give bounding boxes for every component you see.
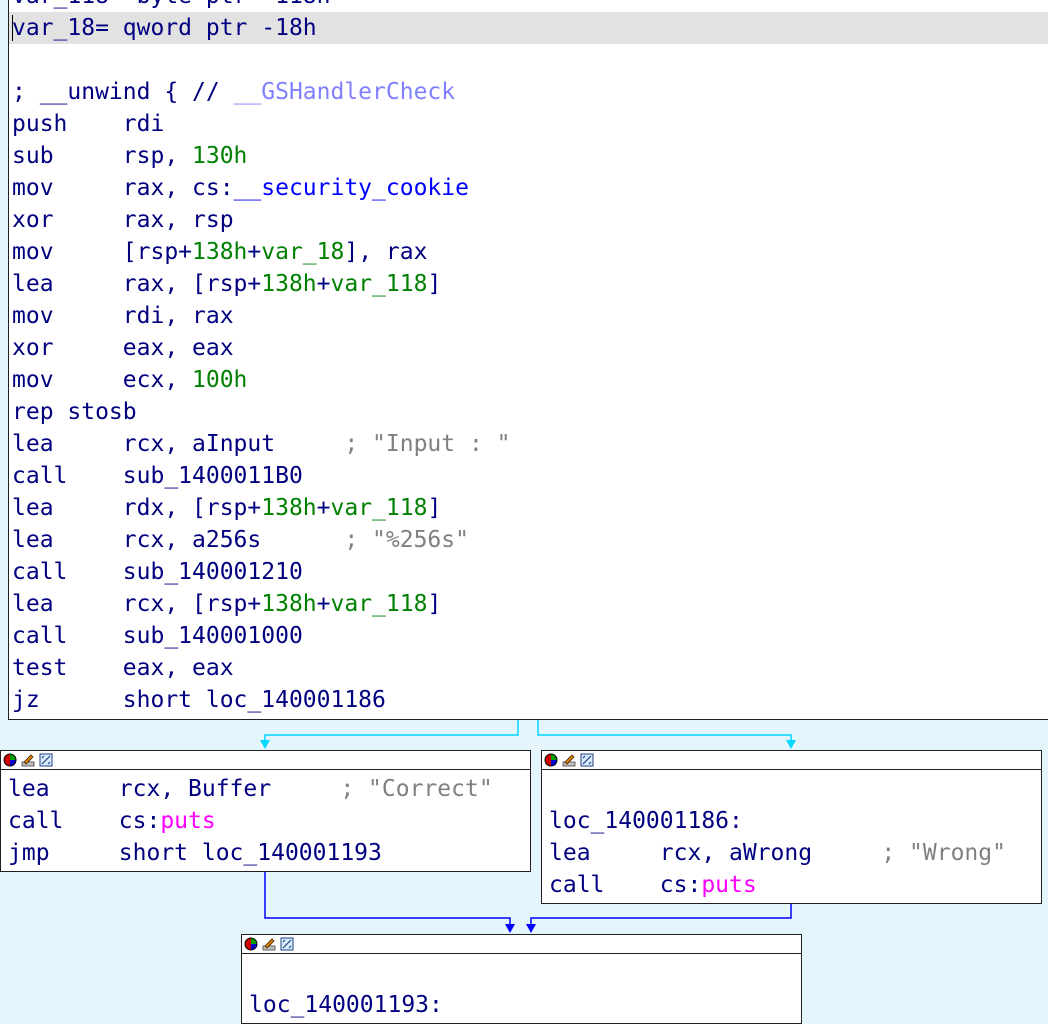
exit-block[interactable]: loc_140001193: (241, 934, 802, 1024)
code-line[interactable]: var_18= qword ptr -18h (12, 12, 317, 44)
code-line[interactable]: call sub_140001000 (12, 620, 303, 652)
code-line[interactable]: jmp short loc_140001193 (8, 837, 382, 869)
code-line[interactable]: lea rcx, a256s ; "%256s" (12, 524, 469, 556)
code-line[interactable]: push rdi (12, 108, 164, 140)
collapse-node-icon[interactable] (280, 937, 294, 951)
graph-color-icon[interactable] (244, 937, 258, 951)
code-line[interactable]: mov [rsp+138h+var_18], rax (12, 236, 427, 268)
code-line[interactable]: call cs:puts (8, 805, 216, 837)
collapse-node-icon[interactable] (580, 753, 594, 767)
code-line[interactable]: lea rcx, aInput ; "Input : " (12, 428, 511, 460)
edit-node-icon[interactable] (21, 753, 35, 767)
code-line[interactable]: lea rcx, aWrong ; "Wrong" (549, 837, 1006, 869)
code-line[interactable]: var_118= byte ptr -118h (12, 0, 331, 12)
edge-left-to-bottom (264, 872, 511, 928)
code-line[interactable]: jz short loc_140001186 (12, 684, 386, 716)
code-line[interactable]: mov ecx, 100h (12, 364, 247, 396)
main-code-block[interactable]: var_118= byte ptr -118hvar_18= qword ptr… (8, 0, 1048, 720)
code-line[interactable]: mov rdi, rax (12, 300, 234, 332)
code-line[interactable]: call cs:puts (549, 869, 757, 901)
correct-branch-block[interactable]: lea rcx, Buffer ; "Correct" call cs:puts j… (0, 750, 531, 872)
text-cursor (12, 15, 13, 41)
edge-main-to-left (264, 720, 519, 745)
code-line[interactable]: xor rax, rsp (12, 204, 234, 236)
code-line[interactable]: mov rax, cs:__security_cookie (12, 172, 469, 204)
code-line[interactable]: ; __unwind { // __GSHandlerCheck (12, 76, 455, 108)
edge-right-to-bottom-arrow (526, 924, 536, 933)
edit-node-icon[interactable] (262, 937, 276, 951)
code-line[interactable]: xor eax, eax (12, 332, 234, 364)
collapse-node-icon[interactable] (39, 753, 53, 767)
edge-left-to-bottom-arrow (505, 924, 515, 933)
edge-main-to-right-arrow (786, 740, 796, 749)
code-line[interactable]: rep stosb (12, 396, 137, 428)
code-line[interactable]: lea rcx, [rsp+138h+var_118] (12, 588, 441, 620)
code-line[interactable]: lea rdx, [rsp+138h+var_118] (12, 492, 441, 524)
code-label[interactable]: loc_140001186: (549, 805, 743, 837)
code-line[interactable]: lea rax, [rsp+138h+var_118] (12, 268, 441, 300)
code-line[interactable]: call sub_140001210 (12, 556, 303, 588)
code-line[interactable]: sub rsp, 130h (12, 140, 247, 172)
code-line[interactable]: test eax, eax (12, 652, 234, 684)
code-line[interactable]: lea rcx, Buffer ; "Correct" (8, 773, 493, 805)
node-titlebar (1, 751, 530, 770)
node-titlebar (542, 751, 1041, 770)
graph-color-icon[interactable] (3, 753, 17, 767)
edge-right-to-bottom (530, 904, 792, 928)
code-label[interactable]: loc_140001193: (249, 989, 443, 1021)
edge-main-to-right (537, 720, 792, 745)
graph-color-icon[interactable] (544, 753, 558, 767)
node-titlebar (242, 935, 801, 954)
edit-node-icon[interactable] (562, 753, 576, 767)
edge-main-to-left-arrow (260, 740, 270, 749)
code-line[interactable]: call sub_1400011B0 (12, 460, 303, 492)
wrong-branch-block[interactable]: loc_140001186: lea rcx, aWrong ; "Wrong" c… (541, 750, 1042, 904)
